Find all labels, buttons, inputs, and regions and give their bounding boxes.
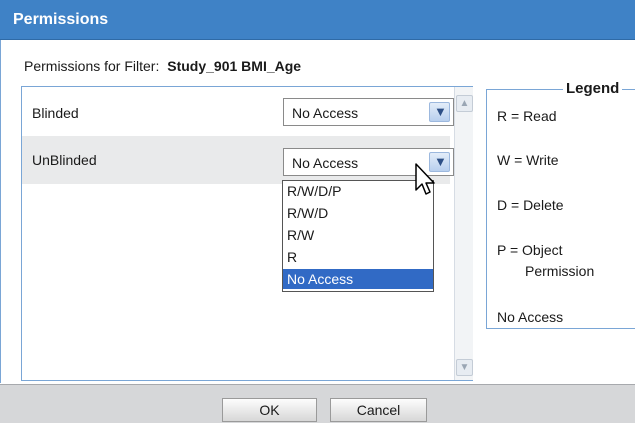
cancel-button[interactable]: Cancel [330, 398, 427, 422]
option-rwd[interactable]: R/W/D [283, 203, 433, 223]
blinded-permission-value: No Access [292, 105, 359, 121]
scroll-down-icon[interactable]: ▼ [456, 359, 473, 376]
mouse-pointer-icon [415, 163, 435, 195]
legend-item-delete: D = Delete [497, 197, 564, 213]
option-no-access[interactable]: No Access [283, 269, 433, 289]
legend-item-no-access: No Access [497, 309, 564, 325]
filter-label: Permissions for Filter: [24, 58, 160, 74]
legend-item-object: P = Object [497, 242, 563, 258]
filter-heading: Permissions for Filter: Study_901 BMI_Ag… [24, 58, 301, 74]
unblinded-permission-value: No Access [292, 155, 359, 171]
permission-options-list[interactable]: R/W/D/P R/W/D R/W R No Access [282, 180, 434, 292]
dialog-title: Permissions [13, 11, 109, 28]
legend-item-permission: Permission [525, 263, 595, 279]
ok-button[interactable]: OK [222, 398, 317, 422]
dialog-footer [0, 384, 635, 423]
legend-title: Legend [563, 80, 623, 97]
scroll-up-icon[interactable]: ▲ [456, 95, 473, 112]
row-label-unblinded: UnBlinded [32, 152, 97, 168]
permission-row-blinded: Blinded No Access ▼ [22, 87, 454, 135]
permission-row-unblinded: UnBlinded No Access ▼ [22, 136, 454, 184]
option-rwdp[interactable]: R/W/D/P [283, 181, 433, 201]
option-rw[interactable]: R/W [283, 225, 433, 245]
vertical-scrollbar[interactable]: ▲ ▼ [454, 87, 473, 380]
option-r[interactable]: R [283, 247, 433, 267]
dialog-title-bar: Permissions [0, 0, 635, 40]
blinded-dropdown-button[interactable]: ▼ [429, 102, 450, 122]
legend-item-write: W = Write [497, 152, 559, 168]
chevron-down-icon: ▼ [434, 104, 447, 119]
row-label-blinded: Blinded [32, 105, 79, 121]
filter-name: Study_901 BMI_Age [167, 58, 302, 74]
legend-item-read: R = Read [497, 108, 557, 124]
blinded-permission-select[interactable]: No Access ▼ [283, 98, 454, 126]
